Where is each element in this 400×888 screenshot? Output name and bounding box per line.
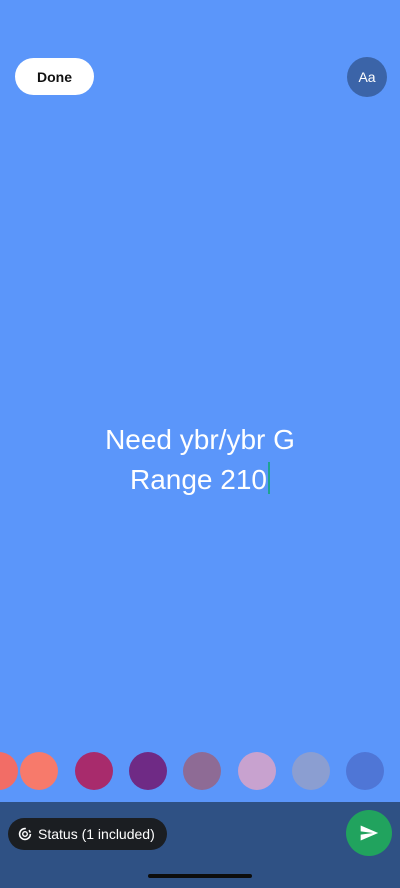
color-swatch-3[interactable] — [75, 752, 113, 790]
color-palette — [0, 752, 400, 790]
send-button[interactable] — [346, 810, 392, 856]
text-cursor — [268, 462, 270, 494]
send-icon — [360, 825, 379, 841]
status-audience-button[interactable]: Status (1 included) — [8, 818, 167, 850]
font-style-label: Aa — [358, 69, 376, 85]
done-button[interactable]: Done — [15, 58, 94, 95]
home-indicator — [148, 874, 252, 878]
color-swatch-2[interactable] — [20, 752, 58, 790]
status-text-line-2: Range 210 — [0, 460, 400, 500]
color-swatch-8[interactable] — [346, 752, 384, 790]
status-text-line-1: Need ybr/ybr G — [105, 424, 295, 455]
status-icon — [18, 827, 32, 841]
color-swatch-7[interactable] — [292, 752, 330, 790]
status-audience-label: Status (1 included) — [38, 826, 155, 842]
color-swatch-1[interactable] — [0, 752, 18, 790]
color-swatch-5[interactable] — [183, 752, 221, 790]
status-text-editor[interactable]: Need ybr/ybr G Range 210 — [0, 420, 400, 500]
status-text-line-2-content: Range 210 — [129, 464, 267, 495]
color-swatch-4[interactable] — [129, 752, 167, 790]
color-swatch-6[interactable] — [238, 752, 276, 790]
font-style-button[interactable]: Aa — [347, 57, 387, 97]
